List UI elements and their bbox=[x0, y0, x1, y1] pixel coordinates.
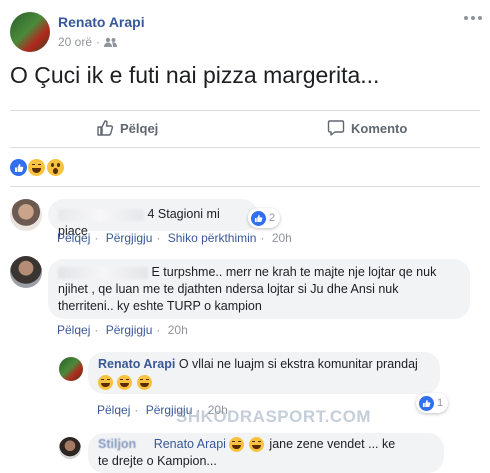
commenter-avatar[interactable] bbox=[10, 199, 42, 231]
comment-time[interactable]: 20h bbox=[168, 323, 188, 337]
comment-bubble: E turpshme.. merr ne krah te majte nje l… bbox=[48, 259, 470, 319]
reply-bubble: Renato Arapi O vllai ne luajm si ekstra … bbox=[88, 352, 440, 394]
author-avatar[interactable] bbox=[10, 12, 50, 52]
like-reaction-icon bbox=[419, 395, 434, 411]
comment-text-line: njihet , qe luan me te djathten ndersa l… bbox=[58, 282, 399, 296]
like-reaction-icon bbox=[251, 210, 266, 226]
like-button[interactable]: Pëlqej bbox=[96, 119, 158, 137]
reaction-count: 1 bbox=[437, 397, 444, 409]
blurred-commenter-name[interactable] bbox=[58, 208, 144, 221]
comment-bubble: 4 Stagioni mi piace bbox=[48, 199, 258, 238]
mentioned-user[interactable]: Renato Arapi bbox=[154, 437, 226, 451]
comment-actions: Pëlqej · Përgjigju · 20h bbox=[57, 323, 188, 337]
wow-reaction-icon bbox=[47, 159, 64, 176]
comment-reply-link[interactable]: Përgjigju bbox=[106, 231, 153, 245]
laughing-emoji-icon bbox=[136, 375, 152, 391]
like-reaction-icon bbox=[10, 159, 27, 176]
comment-time[interactable]: 20h bbox=[272, 231, 292, 245]
see-translation-link[interactable]: Shiko përkthimin bbox=[168, 231, 257, 245]
post-meta: 20 orë · bbox=[58, 35, 118, 49]
reply-author-name[interactable]: Stiljon bbox=[98, 437, 136, 451]
reaction-count: 2 bbox=[269, 212, 276, 224]
reply-text: jane zene vendet ... ke bbox=[269, 437, 396, 451]
laughing-emoji-icon bbox=[117, 375, 133, 391]
comment-button-label: Komento bbox=[351, 120, 408, 136]
comment-reaction-count[interactable]: 2 bbox=[248, 208, 281, 228]
reply-text: O vllai ne luajm si ekstra komunitar pra… bbox=[178, 357, 418, 371]
more-options-icon[interactable] bbox=[464, 16, 484, 26]
watermark: SHKODRASPORT.COM bbox=[176, 407, 372, 426]
thumbs-up-icon bbox=[97, 120, 114, 136]
reply-author-avatar[interactable] bbox=[59, 437, 81, 459]
laughing-emoji-icon bbox=[98, 375, 113, 391]
comment-reply-link[interactable]: Përgjigju bbox=[106, 323, 153, 337]
haha-reaction-icon bbox=[28, 159, 45, 176]
laughing-emojis bbox=[98, 374, 430, 391]
facebook-post: Renato Arapi 20 orë · O Çuci ik e futi n… bbox=[0, 0, 490, 473]
post-reactions[interactable] bbox=[10, 159, 66, 176]
comment-like-link[interactable]: Pëlqej bbox=[57, 231, 90, 245]
comment-icon bbox=[327, 120, 345, 136]
reply-bubble: Stiljon Renato Arapi jane zene vendet ..… bbox=[88, 433, 444, 473]
post-time[interactable]: 20 orë bbox=[58, 35, 92, 49]
friends-audience-icon bbox=[104, 37, 118, 47]
divider bbox=[10, 186, 480, 187]
commenter-avatar[interactable] bbox=[10, 256, 42, 288]
like-button-label: Pëlqej bbox=[120, 120, 159, 136]
reply-author-avatar[interactable] bbox=[59, 357, 83, 381]
comment-like-link[interactable]: Pëlqej bbox=[57, 323, 90, 337]
comment-text-line: E turpshme.. merr ne krah te majte nje l… bbox=[151, 265, 437, 279]
laughing-emoji-icon bbox=[248, 437, 264, 453]
comment-actions: Pëlqej · Përgjigju · Shiko përkthimin · 20h bbox=[57, 231, 292, 245]
blurred-commenter-name[interactable] bbox=[58, 266, 148, 279]
post-author-name[interactable]: Renato Arapi bbox=[58, 14, 145, 30]
comment-text-line: therriteni.. ky eshte TURP o kampion bbox=[58, 299, 262, 313]
reply-like-link[interactable]: Pëlqej bbox=[97, 403, 130, 417]
divider bbox=[10, 147, 480, 148]
post-text: O Çuci ik e futi nai pizza margerita... bbox=[10, 62, 380, 88]
reply-reaction-count[interactable]: 1 bbox=[416, 393, 449, 413]
comment-button[interactable]: Komento bbox=[327, 119, 407, 137]
divider bbox=[10, 110, 480, 111]
reply-author-name[interactable]: Renato Arapi bbox=[98, 357, 175, 371]
reply-text-line: te drejte o Kampion... bbox=[98, 454, 217, 468]
laughing-emoji-icon bbox=[229, 437, 245, 453]
